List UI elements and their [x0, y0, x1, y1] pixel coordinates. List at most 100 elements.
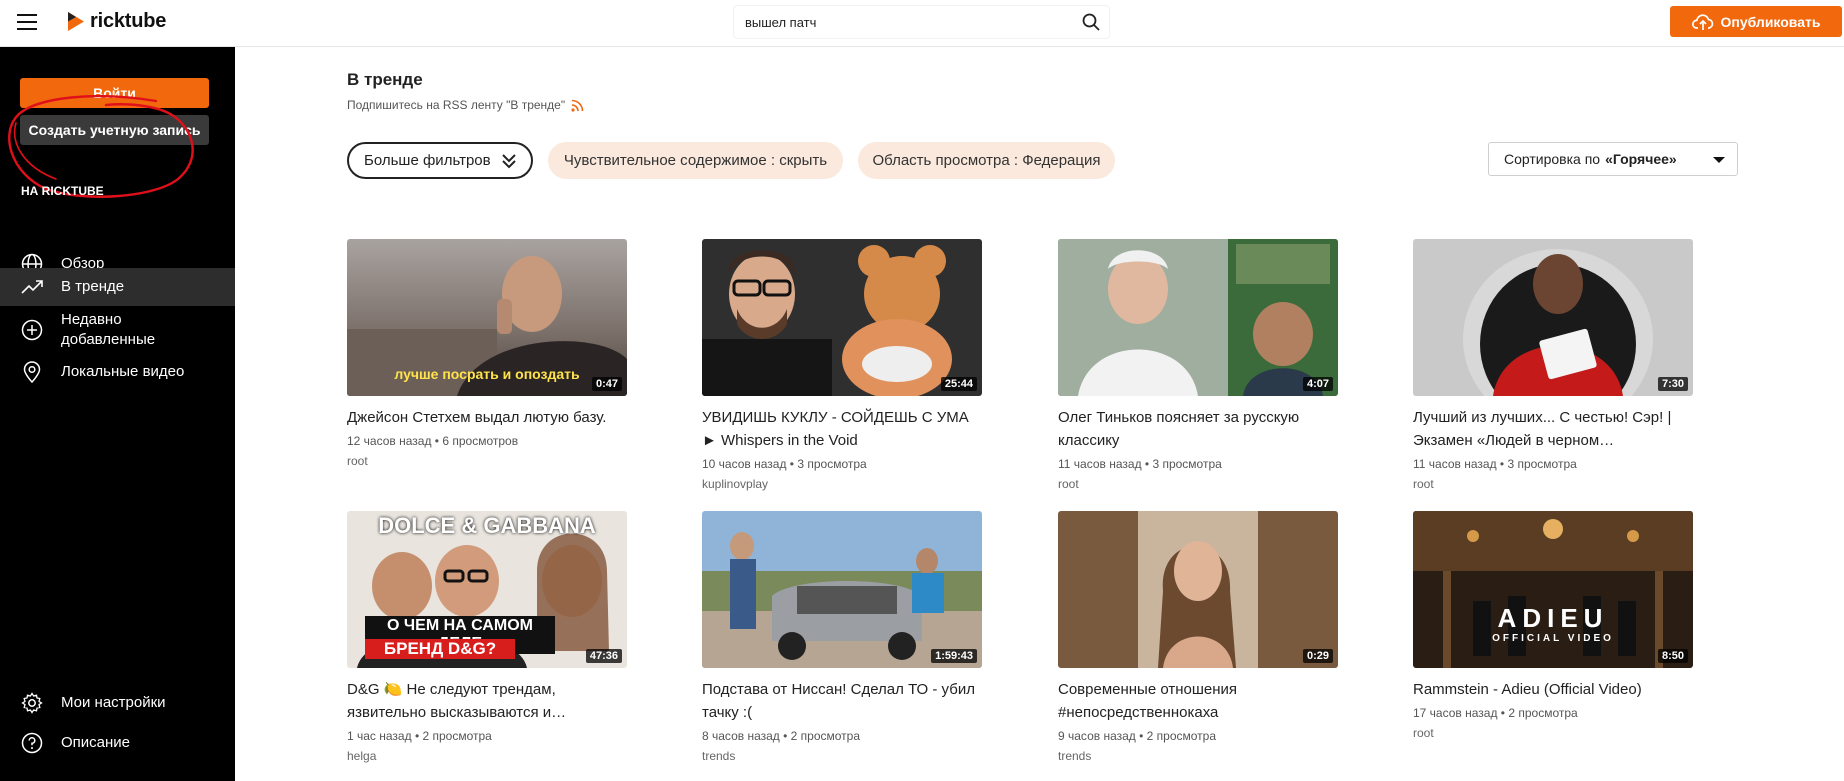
- video-channel[interactable]: root: [1413, 477, 1693, 491]
- video-channel[interactable]: root: [347, 454, 627, 468]
- trending-icon: [21, 280, 43, 294]
- thumbnail-image: [702, 511, 982, 668]
- video-meta: 11 часов назад • 3 просмотра: [1058, 457, 1222, 471]
- video-views: 3 просмотра: [797, 457, 867, 471]
- plus-circle-icon: [21, 319, 43, 341]
- video-title[interactable]: Олег Тиньков поясняет за русскую классик…: [1058, 406, 1338, 452]
- video-title[interactable]: Лучший из лучших... С честью! Сэр! | Экз…: [1413, 406, 1693, 452]
- video-channel[interactable]: root: [1058, 477, 1338, 491]
- video-meta: 11 часов назад • 3 просмотра: [1413, 457, 1577, 471]
- video-channel[interactable]: trends: [1058, 749, 1338, 763]
- page-title: В тренде: [347, 70, 423, 89]
- nav-item-local[interactable]: Локальные видео: [0, 353, 235, 391]
- gear-icon: [21, 692, 43, 714]
- video-views: 2 просмотра: [422, 729, 492, 743]
- video-thumbnail[interactable]: 7:30: [1413, 239, 1693, 396]
- video-time-ago: 10 часов назад: [702, 457, 787, 471]
- video-meta: 1 час назад • 2 просмотра: [347, 729, 492, 743]
- video-views: 3 просмотра: [1507, 457, 1577, 471]
- nav-item-about[interactable]: Описание: [0, 724, 235, 762]
- location-icon: [23, 361, 41, 384]
- sort-value: «Горячее»: [1605, 151, 1677, 167]
- thumbnail-caption-top: DOLCE & GABBANA: [378, 513, 596, 538]
- more-filters-button[interactable]: Больше фильтров: [347, 142, 533, 179]
- rss-icon: [571, 99, 584, 112]
- video-channel[interactable]: kuplinovplay: [702, 477, 982, 491]
- video-thumbnail[interactable]: DOLCE & GABBANA О ЧЕМ НА САМОМ ДЕЛЕ БРЕН…: [347, 511, 627, 668]
- video-channel[interactable]: root: [1413, 726, 1693, 740]
- video-thumbnail[interactable]: 4:07: [1058, 239, 1338, 396]
- video-time-ago: 9 часов назад: [1058, 729, 1136, 743]
- video-title[interactable]: УВИДИШЬ КУКЛУ - СОЙДЕШЬ С УМА ► Whispers…: [702, 406, 982, 452]
- video-thumbnail[interactable]: 1:59:43: [702, 511, 982, 668]
- video-time-ago: 8 часов назад: [702, 729, 780, 743]
- video-views: 6 просмотров: [442, 434, 519, 448]
- video-duration: 47:36: [585, 649, 622, 663]
- search-input[interactable]: [734, 6, 1064, 38]
- nav-item-recent[interactable]: Недавно добавленные: [0, 306, 235, 354]
- thumbnail-image: [702, 239, 982, 396]
- nav-label: Описание: [61, 734, 131, 751]
- video-title[interactable]: Джейсон Стетхем выдал лютую базу.: [347, 406, 627, 429]
- create-account-button[interactable]: Создать учетную запись: [20, 115, 209, 145]
- section-title: НА RICKTUBE: [21, 184, 104, 198]
- nav-item-trending[interactable]: В тренде: [0, 268, 235, 306]
- search-icon[interactable]: [1082, 13, 1100, 31]
- video-thumbnail[interactable]: ADIEU OFFICIAL VIDEO 8:50: [1413, 511, 1693, 668]
- video-card: 25:44 УВИДИШЬ КУКЛУ - СОЙДЕШЬ С УМА ► Wh…: [702, 239, 982, 491]
- video-meta: 17 часов назад • 2 просмотра: [1413, 706, 1578, 720]
- video-title[interactable]: Rammstein - Adieu (Official Video): [1413, 678, 1693, 701]
- nav-item-settings[interactable]: Мои настройки: [0, 684, 235, 722]
- video-thumbnail[interactable]: 25:44: [702, 239, 982, 396]
- video-time-ago: 11 часов назад: [1058, 457, 1142, 471]
- thumbnail-caption: ADIEU: [1497, 603, 1609, 633]
- video-title[interactable]: Подстава от Ниссан! Сделал ТО - убил тач…: [702, 678, 982, 724]
- video-duration: 25:44: [940, 377, 977, 391]
- video-meta: 9 часов назад • 2 просмотра: [1058, 729, 1217, 743]
- video-card: DOLCE & GABBANA О ЧЕМ НА САМОМ ДЕЛЕ БРЕН…: [347, 511, 627, 763]
- publish-button[interactable]: Опубликовать: [1670, 6, 1842, 37]
- double-chevron-down-icon: [502, 154, 516, 169]
- nav-label: В тренде: [61, 278, 125, 295]
- cloud-upload-icon: [1691, 13, 1713, 30]
- video-card: лучше посрать и опоздать 0:47 Джейсон Ст…: [347, 239, 627, 468]
- video-channel[interactable]: helga: [347, 749, 627, 763]
- video-views: 3 просмотра: [1152, 457, 1222, 471]
- video-title[interactable]: Современные отношения #непосредственнока…: [1058, 678, 1338, 724]
- hamburger-menu-icon[interactable]: [17, 14, 37, 30]
- rss-subscribe-link[interactable]: Подпишитесь на RSS ленту "В тренде": [347, 98, 584, 112]
- sensitive-content-filter-chip[interactable]: Чувствительное содержимое : скрыть: [548, 142, 843, 179]
- sort-select[interactable]: Сортировка по «Горячее»: [1488, 142, 1738, 176]
- video-card: 4:07 Олег Тиньков поясняет за русскую кл…: [1058, 239, 1338, 491]
- video-card: 7:30 Лучший из лучших... С честью! Сэр! …: [1413, 239, 1693, 491]
- video-thumbnail[interactable]: лучше посрать и опоздать 0:47: [347, 239, 627, 396]
- rss-text: Подпишитесь на RSS ленту "В тренде": [347, 98, 566, 112]
- video-duration: 1:59:43: [931, 649, 977, 663]
- video-duration: 0:29: [1302, 649, 1333, 663]
- caret-down-icon: [1713, 157, 1725, 163]
- video-duration: 7:30: [1657, 377, 1688, 391]
- video-time-ago: 12 часов назад: [347, 434, 432, 448]
- video-views: 2 просмотра: [1508, 706, 1578, 720]
- sort-prefix: Сортировка по: [1504, 151, 1601, 167]
- video-time-ago: 17 часов назад: [1413, 706, 1498, 720]
- video-channel[interactable]: trends: [702, 749, 982, 763]
- thumbnail-image: [1058, 239, 1338, 396]
- video-meta: 12 часов назад • 6 просмотров: [347, 434, 519, 448]
- search-box: [734, 6, 1109, 38]
- scope-filter-chip[interactable]: Область просмотра : Федерация: [858, 142, 1115, 179]
- login-button[interactable]: Войти: [20, 78, 209, 108]
- video-title[interactable]: D&G 🍋 Не следуют трендам, язвительно выс…: [347, 678, 627, 724]
- video-thumbnail[interactable]: 0:29: [1058, 511, 1338, 668]
- nav-label: Недавно добавленные: [61, 311, 156, 348]
- thumbnail-caption-2: OFFICIAL VIDEO: [1492, 633, 1614, 644]
- nav-label: Мои настройки: [61, 694, 166, 711]
- nav-label: Локальные видео: [61, 363, 185, 380]
- logo[interactable]: ricktube: [66, 10, 166, 33]
- video-time-ago: 11 часов назад: [1413, 457, 1497, 471]
- video-meta: 10 часов назад • 3 просмотра: [702, 457, 867, 471]
- video-time-ago: 1 час назад: [347, 729, 412, 743]
- video-duration: 4:07: [1302, 377, 1333, 391]
- logo-icon: [68, 12, 84, 31]
- help-icon: [21, 732, 43, 754]
